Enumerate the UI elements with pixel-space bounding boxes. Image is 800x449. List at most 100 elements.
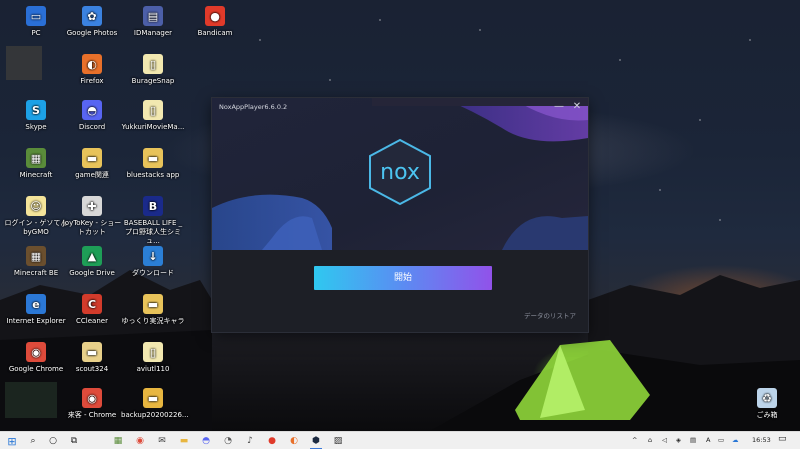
desktop-shortcut[interactable]: e Internet Explorer [4,294,68,326]
close-button[interactable]: ✕ [570,100,584,114]
bluestacks-folder-icon: ▬ [143,148,163,168]
desktop-shortcut[interactable]: ☺ ログイン - ゲソてん byGMO [4,196,68,237]
desktop-shortcut[interactable]: ▬ ゆっくり実況キャラ [121,294,185,326]
desktop-shortcut[interactable]: ▬ scout324 [60,342,124,374]
tray-chevron-icon[interactable]: ^ [632,436,637,444]
desktop-shortcut-label: BASEBALL LIFE _ プロ野球人生シミュ... [123,219,183,245]
desktop-shortcut[interactable]: B BASEBALL LIFE _ プロ野球人生シミュ... [121,196,185,246]
desktop-shortcut-label: ダウンロード [132,269,174,277]
onedrive-icon[interactable]: ☁ [732,436,739,444]
desktop-shortcut[interactable]: S Skype [4,100,68,132]
restore-data-link[interactable]: データのリストア [524,310,576,320]
desktop-shortcut[interactable]: ▦ Minecraft [4,148,68,180]
start-button[interactable]: 開始 [314,266,492,290]
start-menu-button[interactable]: ⊞ [5,434,19,448]
desktop-shortcut-label: ゆっくり実況キャラ [121,317,185,325]
desktop-shortcut-label: PC [31,29,41,37]
desktop-shortcut[interactable]: ♻ ごみ箱 [735,388,799,420]
desktop-shortcut-label: ログイン - ゲソてん byGMO [4,219,68,236]
joytokey-icon: ✚ [82,196,102,216]
minecraft-be-icon: ▦ [26,246,46,266]
security-icon[interactable]: ◈ [676,436,681,444]
task-view-icon[interactable]: ⧉ [67,434,81,448]
desktop-shortcut[interactable]: ✚ JoyToKey - ショートカット [60,196,124,237]
taskbar-nox-icon[interactable]: ⬢ [309,434,323,449]
bandicam-icon: ● [205,6,225,26]
desktop-shortcut[interactable]: ▯ aviutl110 [121,342,185,374]
nox-app-window[interactable]: nox NoxAppPlayer6.6.0.2 — ✕ 開始 データのリストア [212,98,588,332]
cortana-icon[interactable]: ○ [46,434,60,448]
volume-icon[interactable]: ◁ [662,436,667,444]
taskbar-folder-icon[interactable]: ▬ [177,434,191,448]
desktop-shortcut-label: ごみ箱 [756,411,778,419]
desktop-shortcut[interactable]: ↓ ダウンロード [121,246,185,278]
taskbar-mail-icon[interactable]: ✉ [155,434,169,448]
network-icon[interactable]: ⌂ [648,436,652,444]
taskbar-chrome-icon[interactable]: ◉ [133,434,147,448]
desktop-shortcut-label: JoyToKey - ショートカット [62,219,122,236]
recycle-bin-icon: ♻ [757,388,777,408]
desktop-shortcut-label: YukkuriMovieMa... [121,123,185,131]
desktop-shortcut[interactable]: ▬ backup20200226... [121,388,189,420]
skype-icon: S [26,100,46,120]
taskbar-firefox-icon[interactable]: ◐ [287,434,301,448]
clock[interactable]: 16:53 [752,436,771,444]
taskbar-discord-icon[interactable]: ◓ [199,434,213,448]
backup-folder-icon: ▬ [143,388,163,408]
desktop-shortcut[interactable]: ▭ PC [4,6,68,38]
desktop-shortcut[interactable]: ▯ YukkuriMovieMa... [121,100,185,132]
desktop-shortcut-label: scout324 [75,365,109,373]
yukkurimoviemaker-icon: ▯ [143,100,163,120]
desktop-shortcut[interactable]: ▬ game関連 [60,148,124,180]
taskbar-photos-icon[interactable]: ▨ [331,434,345,448]
keyboard-icon[interactable]: ▤ [690,436,696,444]
buragesnap-icon: ▯ [143,54,163,74]
firefox-icon: ◐ [82,54,102,74]
desktop-shortcut-label: Google Chrome [8,365,64,373]
desktop-shortcut-label: Firefox [80,77,104,85]
minecraft-icon: ▦ [26,148,46,168]
desktop-shortcut[interactable]: ▦ Minecraft BE [4,246,68,278]
desktop-shortcut[interactable]: ▯ BurageSnap [121,54,185,86]
taskbar: ⊞ ⌕ ○ ⧉ ▦ ◉ ✉ ▬ ◓ ◔ ♪ ● ◐ ⬢ ▨ ^ ⌂ ◁ ◈ ▤ A ▭ ☁ 16:5… [0,431,800,449]
notification-center-icon[interactable]: ▭ [778,434,787,444]
desktop-shortcut-label: game関連 [75,171,109,179]
desktop-shortcut-label: Skype [25,123,47,131]
desktop-shortcut[interactable]: ▤ IDManager [121,6,185,38]
desktop-shortcut[interactable]: ● Bandicam [183,6,247,38]
taskbar-music-icon[interactable]: ♪ [243,434,257,448]
download-icon: ↓ [143,246,163,266]
desktop-shortcut-label: Discord [78,123,106,131]
search-icon[interactable]: ⌕ [26,434,40,448]
desktop-shortcut[interactable]: ◉ 来客 - Chrome [60,388,124,420]
desktop-shortcut[interactable]: ✿ Google Photos [60,6,124,38]
desktop-shortcut[interactable]: ◐ Firefox [60,54,124,86]
taskbar-minecraft-icon[interactable]: ▦ [111,434,125,448]
minimize-button[interactable]: — [552,100,566,114]
desktop-shortcut-label: Minecraft [19,171,53,179]
aviutl110-icon: ▯ [143,342,163,362]
battery-icon[interactable]: ▭ [718,436,724,444]
desktop-shortcut-label: BurageSnap [131,77,175,85]
yukkuri-chara-folder-icon: ▬ [143,294,163,314]
desktop-shortcut[interactable]: C CCleaner [60,294,124,326]
taskbar-alarm-icon[interactable]: ◔ [221,434,235,448]
taskbar-bandicam-icon[interactable]: ● [265,434,279,448]
google-photos-icon: ✿ [82,6,102,26]
internet-explorer-icon: e [26,294,46,314]
blank-desktop-tile [6,46,42,80]
desktop-shortcut[interactable]: ▬ bluestacks app [121,148,185,180]
baseball-life-icon: B [143,196,163,216]
desktop-shortcut-label: bluestacks app [126,171,180,179]
desktop-shortcut-label: Google Photos [66,29,118,37]
desktop-shortcut-label: Google Drive [69,269,115,277]
desktop-shortcut-label: Internet Explorer [6,317,66,325]
desktop-shortcut-label: Bandicam [197,29,233,37]
desktop-shortcut-label: Minecraft BE [13,269,59,277]
desktop-shortcut[interactable]: ◉ Google Chrome [4,342,68,374]
raikyaku-chrome-icon: ◉ [82,388,102,408]
ime-icon[interactable]: A [706,436,710,444]
desktop-shortcut[interactable]: ▲ Google Drive [60,246,124,278]
desktop-shortcut[interactable]: ◓ Discord [60,100,124,132]
desktop-shortcut-label: IDManager [133,29,173,37]
